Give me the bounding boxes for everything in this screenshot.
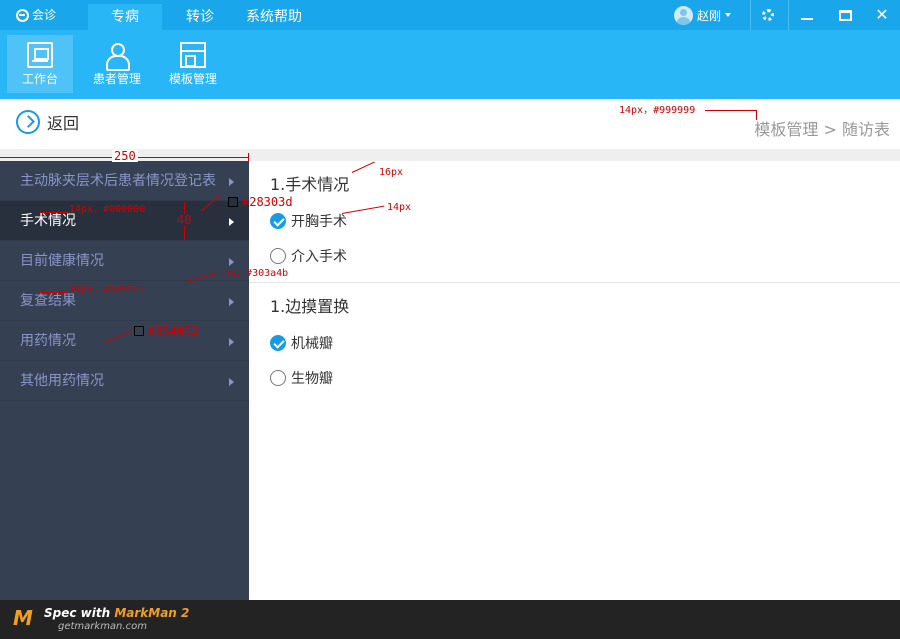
footer: M Spec with MarkMan 2 getmarkman.com bbox=[0, 600, 900, 639]
annotation-option-size: 14px bbox=[387, 202, 412, 213]
radio-checked-icon bbox=[270, 334, 286, 351]
sidebar-item-label: 复查结果 bbox=[20, 293, 76, 309]
close-button[interactable]: ✕ bbox=[865, 0, 899, 30]
section-title: 1.边摸置换 bbox=[270, 297, 350, 316]
sidebar-item-registration[interactable]: 主动脉夹层术后患者情况登记表 bbox=[0, 161, 249, 201]
section-title: 1.手术情况 bbox=[270, 175, 350, 194]
divider bbox=[788, 0, 789, 30]
annotation-divider-spec: 1px，#303a4b bbox=[218, 268, 289, 279]
annotation-sidebar-bg: #354052 bbox=[148, 324, 199, 338]
sidebar: 主动脉夹层术后患者情况登记表 手术情况 目前健康情况 复查结果 用药情况 其他用… bbox=[0, 161, 249, 600]
annotation-crumb-spec: 14px，#999999 bbox=[619, 105, 696, 116]
color-swatch bbox=[134, 326, 144, 336]
annotation-item-spec: 14px，#8a95c7 bbox=[69, 284, 146, 295]
annotation-line bbox=[756, 110, 757, 120]
annotation-line bbox=[40, 212, 68, 213]
avatar bbox=[674, 5, 693, 25]
gear-icon bbox=[762, 9, 774, 21]
annotation-sidebar-width: 250 bbox=[112, 149, 138, 163]
back-label: 返回 bbox=[47, 114, 80, 133]
back-button[interactable]: 返回 bbox=[16, 110, 79, 134]
toolbar-workbench[interactable]: 工作台 bbox=[7, 35, 73, 93]
title-bar: 会诊 专病 转诊 系统帮助 赵刚 ✕ bbox=[0, 0, 900, 30]
chevron-right-icon bbox=[229, 178, 234, 186]
maximize-button[interactable] bbox=[828, 0, 862, 30]
chevron-right-icon bbox=[229, 338, 234, 346]
user-menu[interactable]: 赵刚 bbox=[674, 0, 732, 30]
desk-icon bbox=[27, 42, 53, 68]
sidebar-item-label: 其他用药情况 bbox=[20, 373, 104, 389]
minimize-button[interactable] bbox=[790, 0, 824, 30]
sidebar-item-label: 手术情况 bbox=[20, 213, 76, 229]
breadcrumb-bar: 返回 模板管理 > 随访表 bbox=[0, 99, 900, 149]
sidebar-item-label: 用药情况 bbox=[20, 333, 76, 349]
breadcrumb: 模板管理 > 随访表 bbox=[754, 116, 890, 140]
radio-checked-icon bbox=[270, 212, 286, 229]
option-label: 生物瓣 bbox=[291, 370, 333, 387]
annotation-title-size: 16px bbox=[379, 167, 404, 178]
sidebar-item-other-medication[interactable]: 其他用药情况 bbox=[0, 361, 249, 401]
maximize-icon bbox=[838, 9, 852, 21]
annotation-active-bg: #28303d bbox=[242, 195, 293, 209]
sidebar-item-label: 目前健康情况 bbox=[20, 253, 104, 269]
toolbar-label: 工作台 bbox=[21, 72, 58, 86]
radio-unchecked-icon bbox=[270, 247, 286, 264]
patient-icon bbox=[104, 42, 130, 71]
app-logo: 会诊 bbox=[16, 0, 56, 30]
minimize-icon bbox=[801, 18, 813, 20]
radio-interventional-surgery[interactable]: 介入手术 bbox=[270, 238, 900, 273]
sidebar-item-label: 主动脉夹层术后患者情况登记表 bbox=[20, 173, 216, 189]
form-section: 1.手术情况 开胸手术 介入手术 bbox=[249, 161, 900, 273]
radio-unchecked-icon bbox=[270, 369, 286, 386]
toolbar-template-management[interactable]: 模板管理 bbox=[160, 35, 226, 93]
annotation-line bbox=[705, 110, 757, 111]
breadcrumb-separator: > bbox=[823, 120, 837, 139]
back-arrow-icon bbox=[16, 110, 40, 134]
close-icon: ✕ bbox=[875, 5, 889, 24]
chevron-right-icon bbox=[229, 218, 234, 226]
tab-help[interactable]: 系统帮助 bbox=[234, 4, 314, 30]
annotation-row-height: 40 bbox=[177, 213, 192, 227]
radio-biological-valve[interactable]: 生物瓣 bbox=[270, 360, 900, 395]
tab-zhuanbing[interactable]: 专病 bbox=[88, 4, 162, 30]
form-section: 1.边摸置换 机械瓣 生物瓣 bbox=[249, 282, 900, 395]
tab-zhuanzhen[interactable]: 转诊 bbox=[168, 4, 232, 30]
chevron-right-icon bbox=[229, 298, 234, 306]
color-swatch bbox=[228, 197, 238, 207]
annotation-active-spec: 14px，#000000 bbox=[69, 204, 146, 215]
logo-icon bbox=[16, 8, 29, 22]
markman-logo: M bbox=[13, 606, 33, 630]
toolbar-label: 患者管理 bbox=[92, 72, 141, 86]
sidebar-item-medication[interactable]: 用药情况 bbox=[0, 321, 249, 361]
chevron-right-icon bbox=[229, 378, 234, 386]
logo-text: 会诊 bbox=[32, 8, 57, 22]
chevron-down-icon bbox=[725, 13, 732, 17]
annotation-line bbox=[248, 153, 249, 161]
footer-url: getmarkman.com bbox=[58, 621, 147, 632]
footer-spec-brand: MarkMan 2 bbox=[114, 606, 190, 620]
toolbar-label: 模板管理 bbox=[168, 72, 217, 86]
chevron-right-icon bbox=[229, 258, 234, 266]
template-icon bbox=[180, 42, 206, 68]
breadcrumb-parent[interactable]: 模板管理 bbox=[754, 120, 818, 139]
option-label: 开胸手术 bbox=[291, 213, 347, 230]
radio-mechanical-valve[interactable]: 机械瓣 bbox=[270, 325, 900, 360]
form-content: 1.手术情况 开胸手术 介入手术 1.边摸置换 机械瓣 生物瓣 bbox=[249, 161, 900, 600]
option-label: 机械瓣 bbox=[291, 335, 333, 352]
footer-spec: Spec with MarkMan 2 bbox=[44, 606, 189, 620]
toolbar: 工作台 患者管理 模板管理 bbox=[0, 30, 900, 99]
option-label: 介入手术 bbox=[291, 248, 347, 265]
settings-button[interactable] bbox=[751, 0, 785, 30]
toolbar-patient-management[interactable]: 患者管理 bbox=[84, 35, 150, 93]
breadcrumb-current: 随访表 bbox=[841, 120, 890, 139]
annotation-line bbox=[40, 292, 68, 293]
user-name: 赵刚 bbox=[697, 8, 722, 23]
footer-spec-prefix: Spec with bbox=[44, 606, 111, 620]
